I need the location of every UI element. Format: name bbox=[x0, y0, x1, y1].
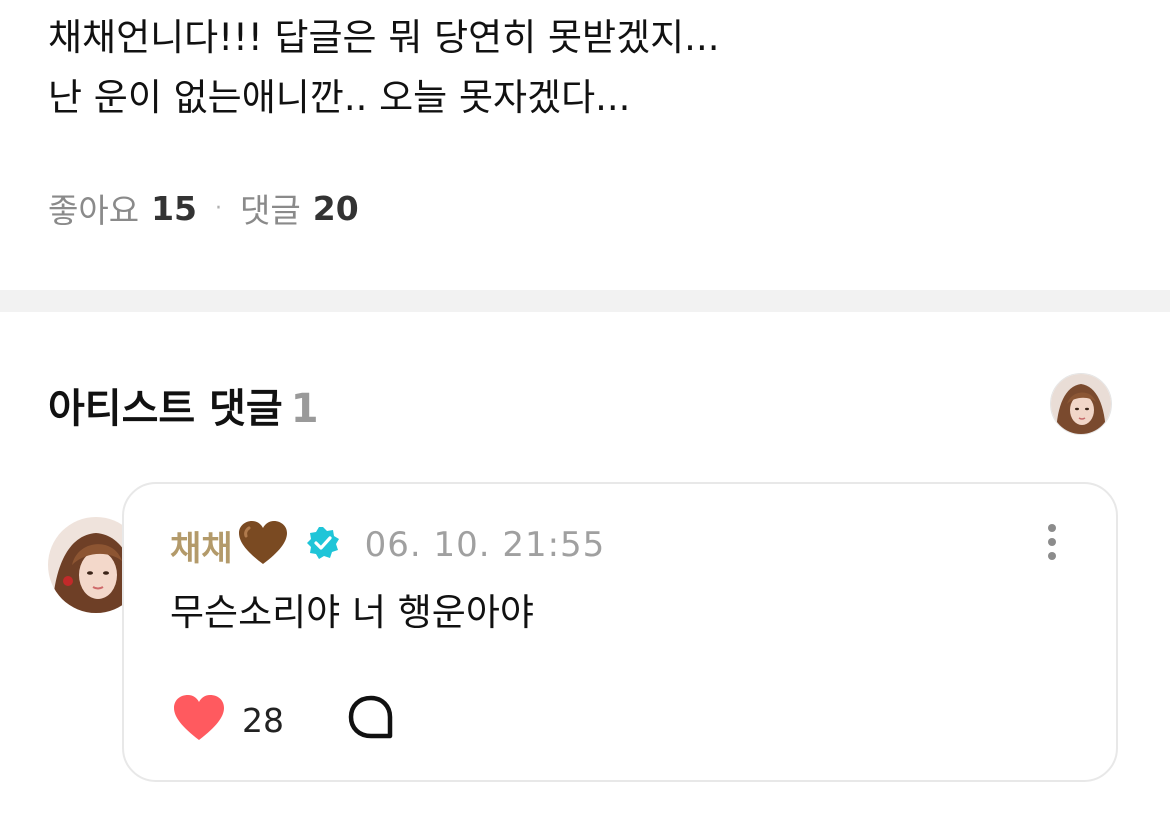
artist-comments-title: 아티스트 댓글 1 bbox=[48, 376, 319, 434]
artist-avatar-small[interactable] bbox=[1050, 373, 1112, 435]
post-stats: 좋아요 15 · 댓글 20 bbox=[48, 184, 359, 232]
like-count: 28 bbox=[242, 700, 284, 740]
comment-text: 무슨소리야 너 행운아야 bbox=[170, 591, 534, 634]
comment-header: 채채 06. 10. 21:55 bbox=[170, 520, 605, 570]
stats-separator: · bbox=[215, 195, 223, 221]
comments-label[interactable]: 댓글 bbox=[240, 184, 301, 232]
likes-label[interactable]: 좋아요 bbox=[48, 184, 139, 232]
comment-actions: 28 bbox=[172, 694, 396, 746]
comment-timestamp: 06. 10. 21:55 bbox=[364, 525, 606, 565]
comment-author-name[interactable]: 채채 bbox=[170, 521, 233, 570]
post-text-line-2: 난 운이 없는애니깐.. 오늘 못자겠다... bbox=[48, 76, 631, 119]
reply-bubble-icon[interactable] bbox=[346, 694, 396, 746]
verified-badge-icon bbox=[305, 525, 341, 565]
artist-comments-count: 1 bbox=[290, 386, 319, 432]
like-heart-icon[interactable] bbox=[172, 694, 226, 746]
section-divider bbox=[0, 290, 1170, 312]
likes-count[interactable]: 15 bbox=[151, 189, 197, 228]
comments-count[interactable]: 20 bbox=[313, 189, 359, 228]
post-body: 채채언니다!!! 답글은 뭐 당연히 못받겠지... 난 운이 없는애니깐.. … bbox=[48, 8, 1128, 128]
artist-comments-label: 아티스트 댓글 bbox=[48, 386, 283, 432]
post-text-line-1: 채채언니다!!! 답글은 뭐 당연히 못받겠지... bbox=[48, 16, 720, 59]
artist-comment-card: 채채 06. 10. 21:55 무슨소리야 너 행운아야 28 bbox=[122, 482, 1118, 782]
more-options-icon[interactable] bbox=[1042, 524, 1062, 568]
brown-heart-icon bbox=[237, 520, 289, 570]
